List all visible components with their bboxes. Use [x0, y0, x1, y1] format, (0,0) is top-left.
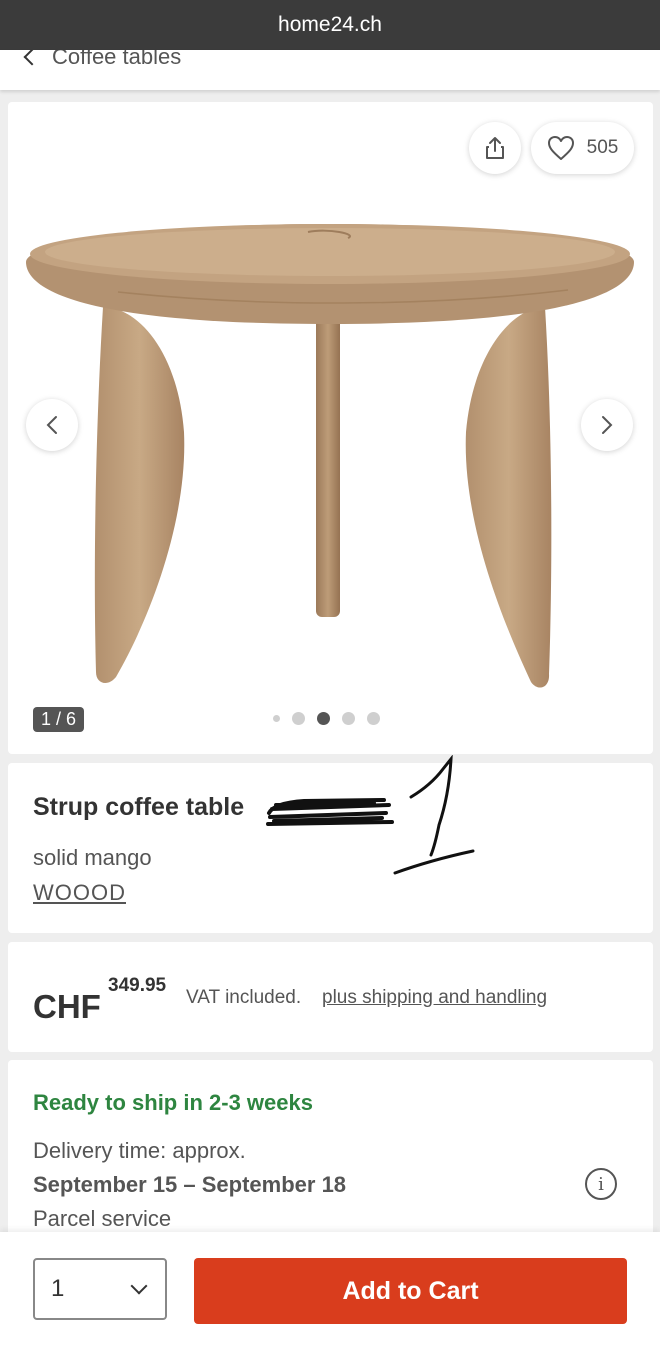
pagination-dot-active[interactable]: [317, 712, 330, 725]
browser-url-bar[interactable]: home24.ch: [0, 0, 660, 50]
delivery-card: Ready to ship in 2-3 weeks Delivery time…: [8, 1060, 653, 1260]
redaction-scribble: [266, 798, 394, 826]
delivery-time-label: Delivery time: approx.: [33, 1138, 246, 1163]
chevron-left-icon: [23, 50, 41, 66]
brand-link[interactable]: WOOOD: [33, 880, 126, 906]
price-amount: 349.95: [108, 975, 167, 996]
breadcrumb-link[interactable]: Coffee tables: [23, 50, 182, 70]
next-image-button[interactable]: [581, 399, 633, 451]
vat-note: VAT included.: [186, 987, 302, 1008]
quantity-value: 1: [51, 1275, 65, 1302]
delivery-method: Parcel service: [33, 1206, 172, 1231]
shipping-link[interactable]: plus shipping and handling: [322, 987, 547, 1009]
product-image-gallery[interactable]: 505 1 / 6: [8, 102, 653, 754]
url-text: home24.ch: [278, 13, 382, 36]
heart-icon: [547, 136, 574, 160]
share-button[interactable]: [469, 122, 521, 174]
product-title-card: Strup coffee table 1 solid mango WOOOD: [8, 755, 653, 933]
delivery-dates: September 15 – September 18: [33, 1172, 347, 1197]
pagination-dot[interactable]: [367, 712, 380, 725]
breadcrumb-label: Coffee tables: [52, 50, 182, 69]
image-counter: 1 / 6: [33, 707, 85, 732]
chevron-left-icon: [46, 416, 57, 434]
previous-image-button[interactable]: [26, 399, 78, 451]
product-material: solid mango: [33, 845, 152, 870]
pagination-dot[interactable]: [342, 712, 355, 725]
product-title: Strup coffee table: [33, 793, 245, 821]
breadcrumb[interactable]: Coffee tables: [0, 50, 660, 90]
pagination-dot[interactable]: [273, 715, 280, 722]
availability-status: Ready to ship in 2-3 weeks: [33, 1090, 313, 1115]
price-currency: CHF: [33, 988, 101, 1025]
price-card: CHF 349.95 VAT included. plus shipping a…: [8, 942, 653, 1052]
add-to-cart-button[interactable]: Add to Cart: [194, 1258, 627, 1324]
quantity-select[interactable]: 1: [33, 1258, 167, 1320]
wishlist-count: 505: [586, 137, 619, 158]
chevron-down-icon: [130, 1277, 148, 1295]
info-icon[interactable]: i: [585, 1168, 617, 1200]
pagination-dot[interactable]: [292, 712, 305, 725]
wishlist-button[interactable]: 505: [531, 122, 634, 174]
share-icon: [486, 137, 504, 159]
bottom-action-bar: 1 Add to Cart: [0, 1232, 660, 1350]
image-pagination-dots[interactable]: [273, 712, 380, 725]
product-image: [26, 224, 634, 688]
handwritten-annotation: 1: [393, 755, 475, 875]
chevron-right-icon: [602, 416, 613, 434]
